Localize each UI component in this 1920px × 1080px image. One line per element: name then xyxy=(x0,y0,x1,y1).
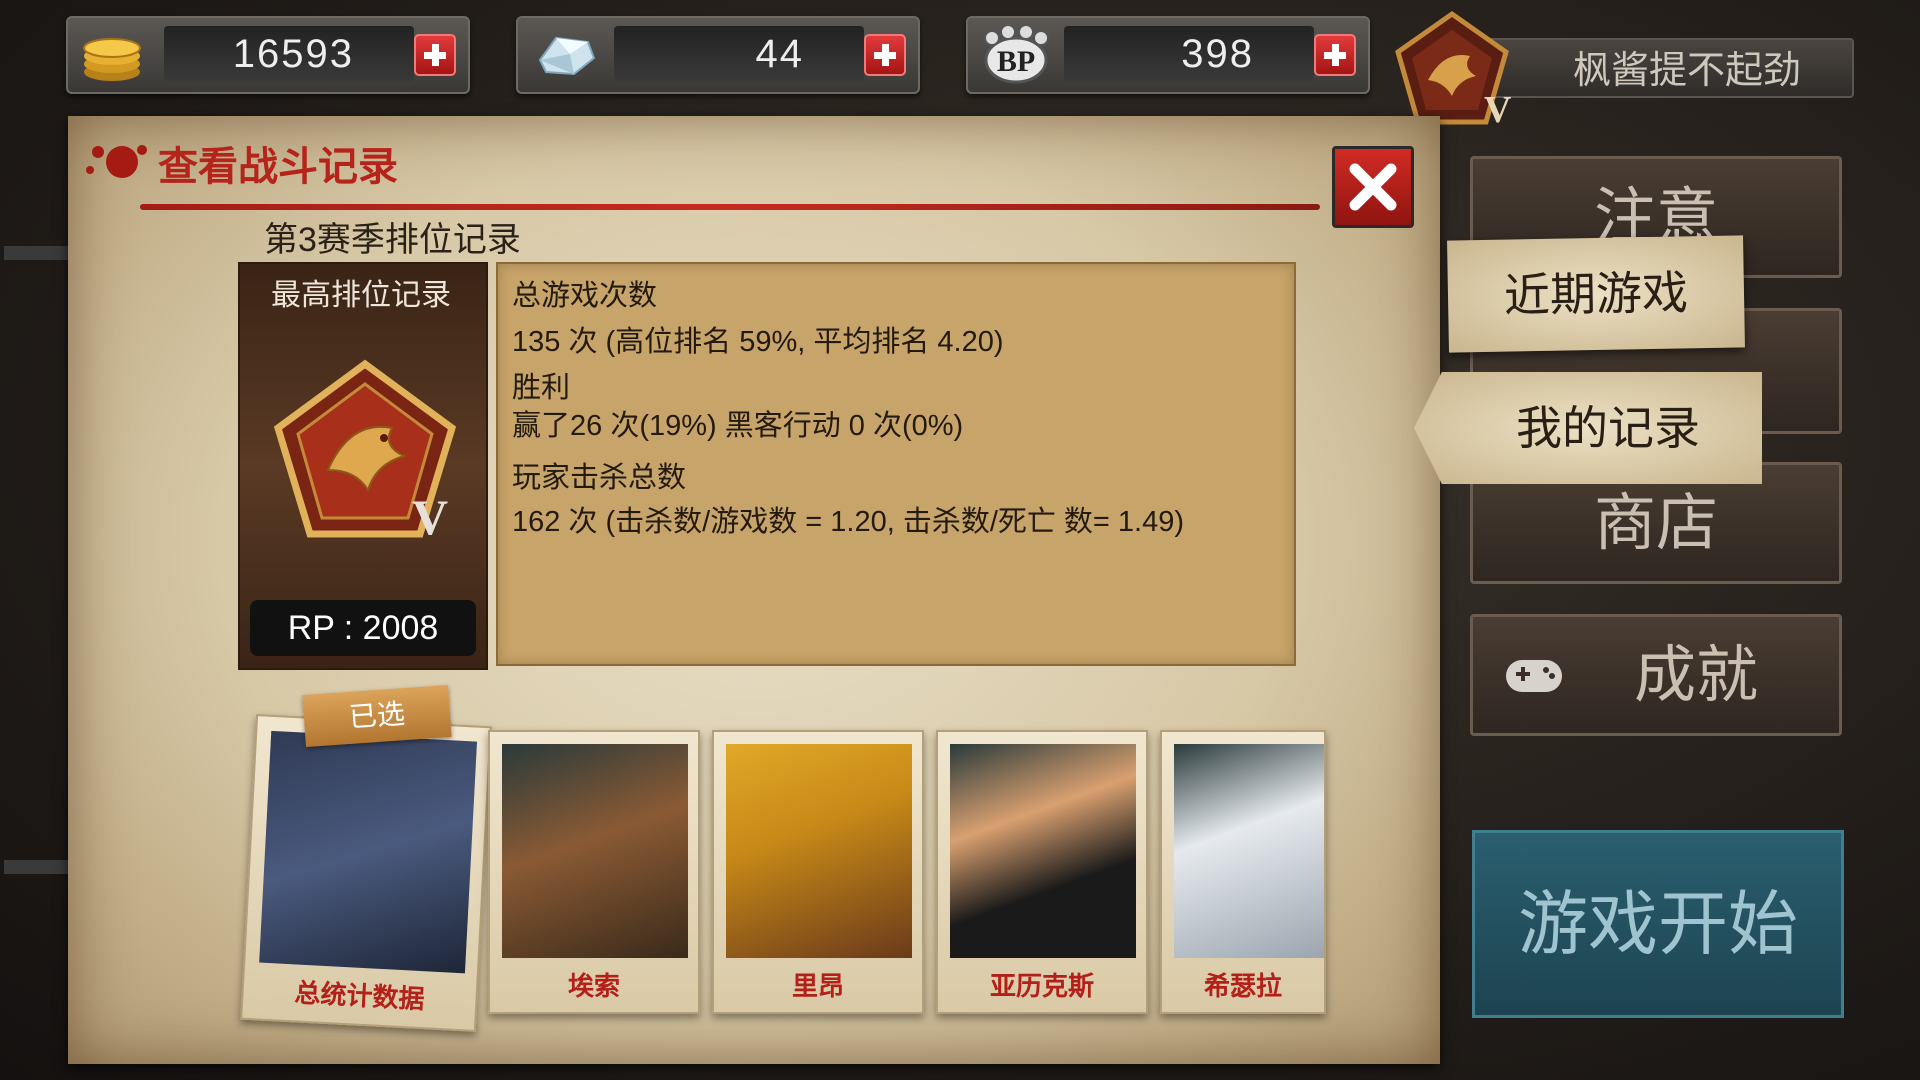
rank-emblem-icon[interactable]: V xyxy=(1392,10,1512,131)
svg-text:BP: BP xyxy=(997,45,1035,78)
total-games-label: 总游戏次数 xyxy=(512,280,658,312)
blood-splat-icon xyxy=(72,130,152,190)
crystal-currency-bar: 44 xyxy=(516,16,920,94)
dialog-title: 查看战斗记录 xyxy=(158,145,398,189)
crystal-amount: 44 xyxy=(614,26,864,82)
my-records-tab[interactable]: 我的记录 xyxy=(1414,372,1762,484)
season-title: 第3赛季排位记录 xyxy=(264,221,521,259)
eso-portrait xyxy=(502,744,688,958)
character-card-eso[interactable]: 埃索 xyxy=(488,730,700,1014)
wins-label: 胜利 xyxy=(512,372,571,404)
character-card-leon[interactable]: 里昂 xyxy=(712,730,924,1014)
character-name: 亚历克斯 xyxy=(989,972,1094,1002)
crystal-icon xyxy=(526,24,604,84)
character-card-alex[interactable]: 亚历克斯 xyxy=(936,730,1148,1014)
overall-stats-portrait xyxy=(259,730,478,974)
add-bp-button[interactable] xyxy=(1314,34,1356,76)
selected-badge: 已选 xyxy=(302,684,452,748)
character-card-overall[interactable]: 总统计数据 xyxy=(240,714,492,1032)
gold-coins-icon xyxy=(76,24,154,84)
best-rank-tier: V xyxy=(412,489,449,545)
total-games-value: 135 次 (高位排名 59%, 平均排名 4.20) xyxy=(512,326,1004,358)
achievements-label: 成就 xyxy=(1633,638,1758,711)
wins-value: 赢了26 次(19%) 黑客行动 0 次(0%) xyxy=(512,410,964,442)
bp-paw-icon: BP xyxy=(976,24,1054,84)
start-game-button[interactable]: 游戏开始 xyxy=(1472,830,1844,1018)
character-name: 埃索 xyxy=(567,972,620,1002)
add-gold-button[interactable] xyxy=(414,34,456,76)
character-name: 总统计数据 xyxy=(293,978,426,1016)
character-name: 里昂 xyxy=(791,972,844,1002)
close-icon xyxy=(1349,163,1397,211)
gamepad-icon xyxy=(1504,654,1564,698)
recent-games-tab[interactable]: 近期游戏 xyxy=(1447,235,1745,353)
character-card-hyejin[interactable]: 希瑟拉 xyxy=(1160,730,1326,1014)
player-name[interactable]: 枫酱提不起劲 xyxy=(1480,38,1854,98)
hyejin-portrait xyxy=(1174,744,1324,958)
gold-amount: 16593 xyxy=(164,26,414,82)
leon-portrait xyxy=(726,744,912,958)
gold-currency-bar: 16593 xyxy=(66,16,470,94)
kills-value: 162 次 (击杀数/游戏数 = 1.20, 击杀数/死亡 数= 1.49) xyxy=(512,506,1185,538)
rank-tier-label: V xyxy=(1484,89,1512,131)
bp-currency-bar: BP 398 xyxy=(966,16,1370,94)
alex-portrait xyxy=(950,744,1136,958)
character-name: 希瑟拉 xyxy=(1203,972,1282,1002)
add-crystal-button[interactable] xyxy=(864,34,906,76)
bp-amount: 398 xyxy=(1064,26,1314,82)
kills-label: 玩家击杀总数 xyxy=(512,462,687,494)
rp-value: RP : 2008 xyxy=(250,600,476,656)
close-button[interactable] xyxy=(1332,146,1414,228)
title-divider xyxy=(140,204,1320,210)
best-rank-label: 最高排位记录 xyxy=(271,278,451,313)
